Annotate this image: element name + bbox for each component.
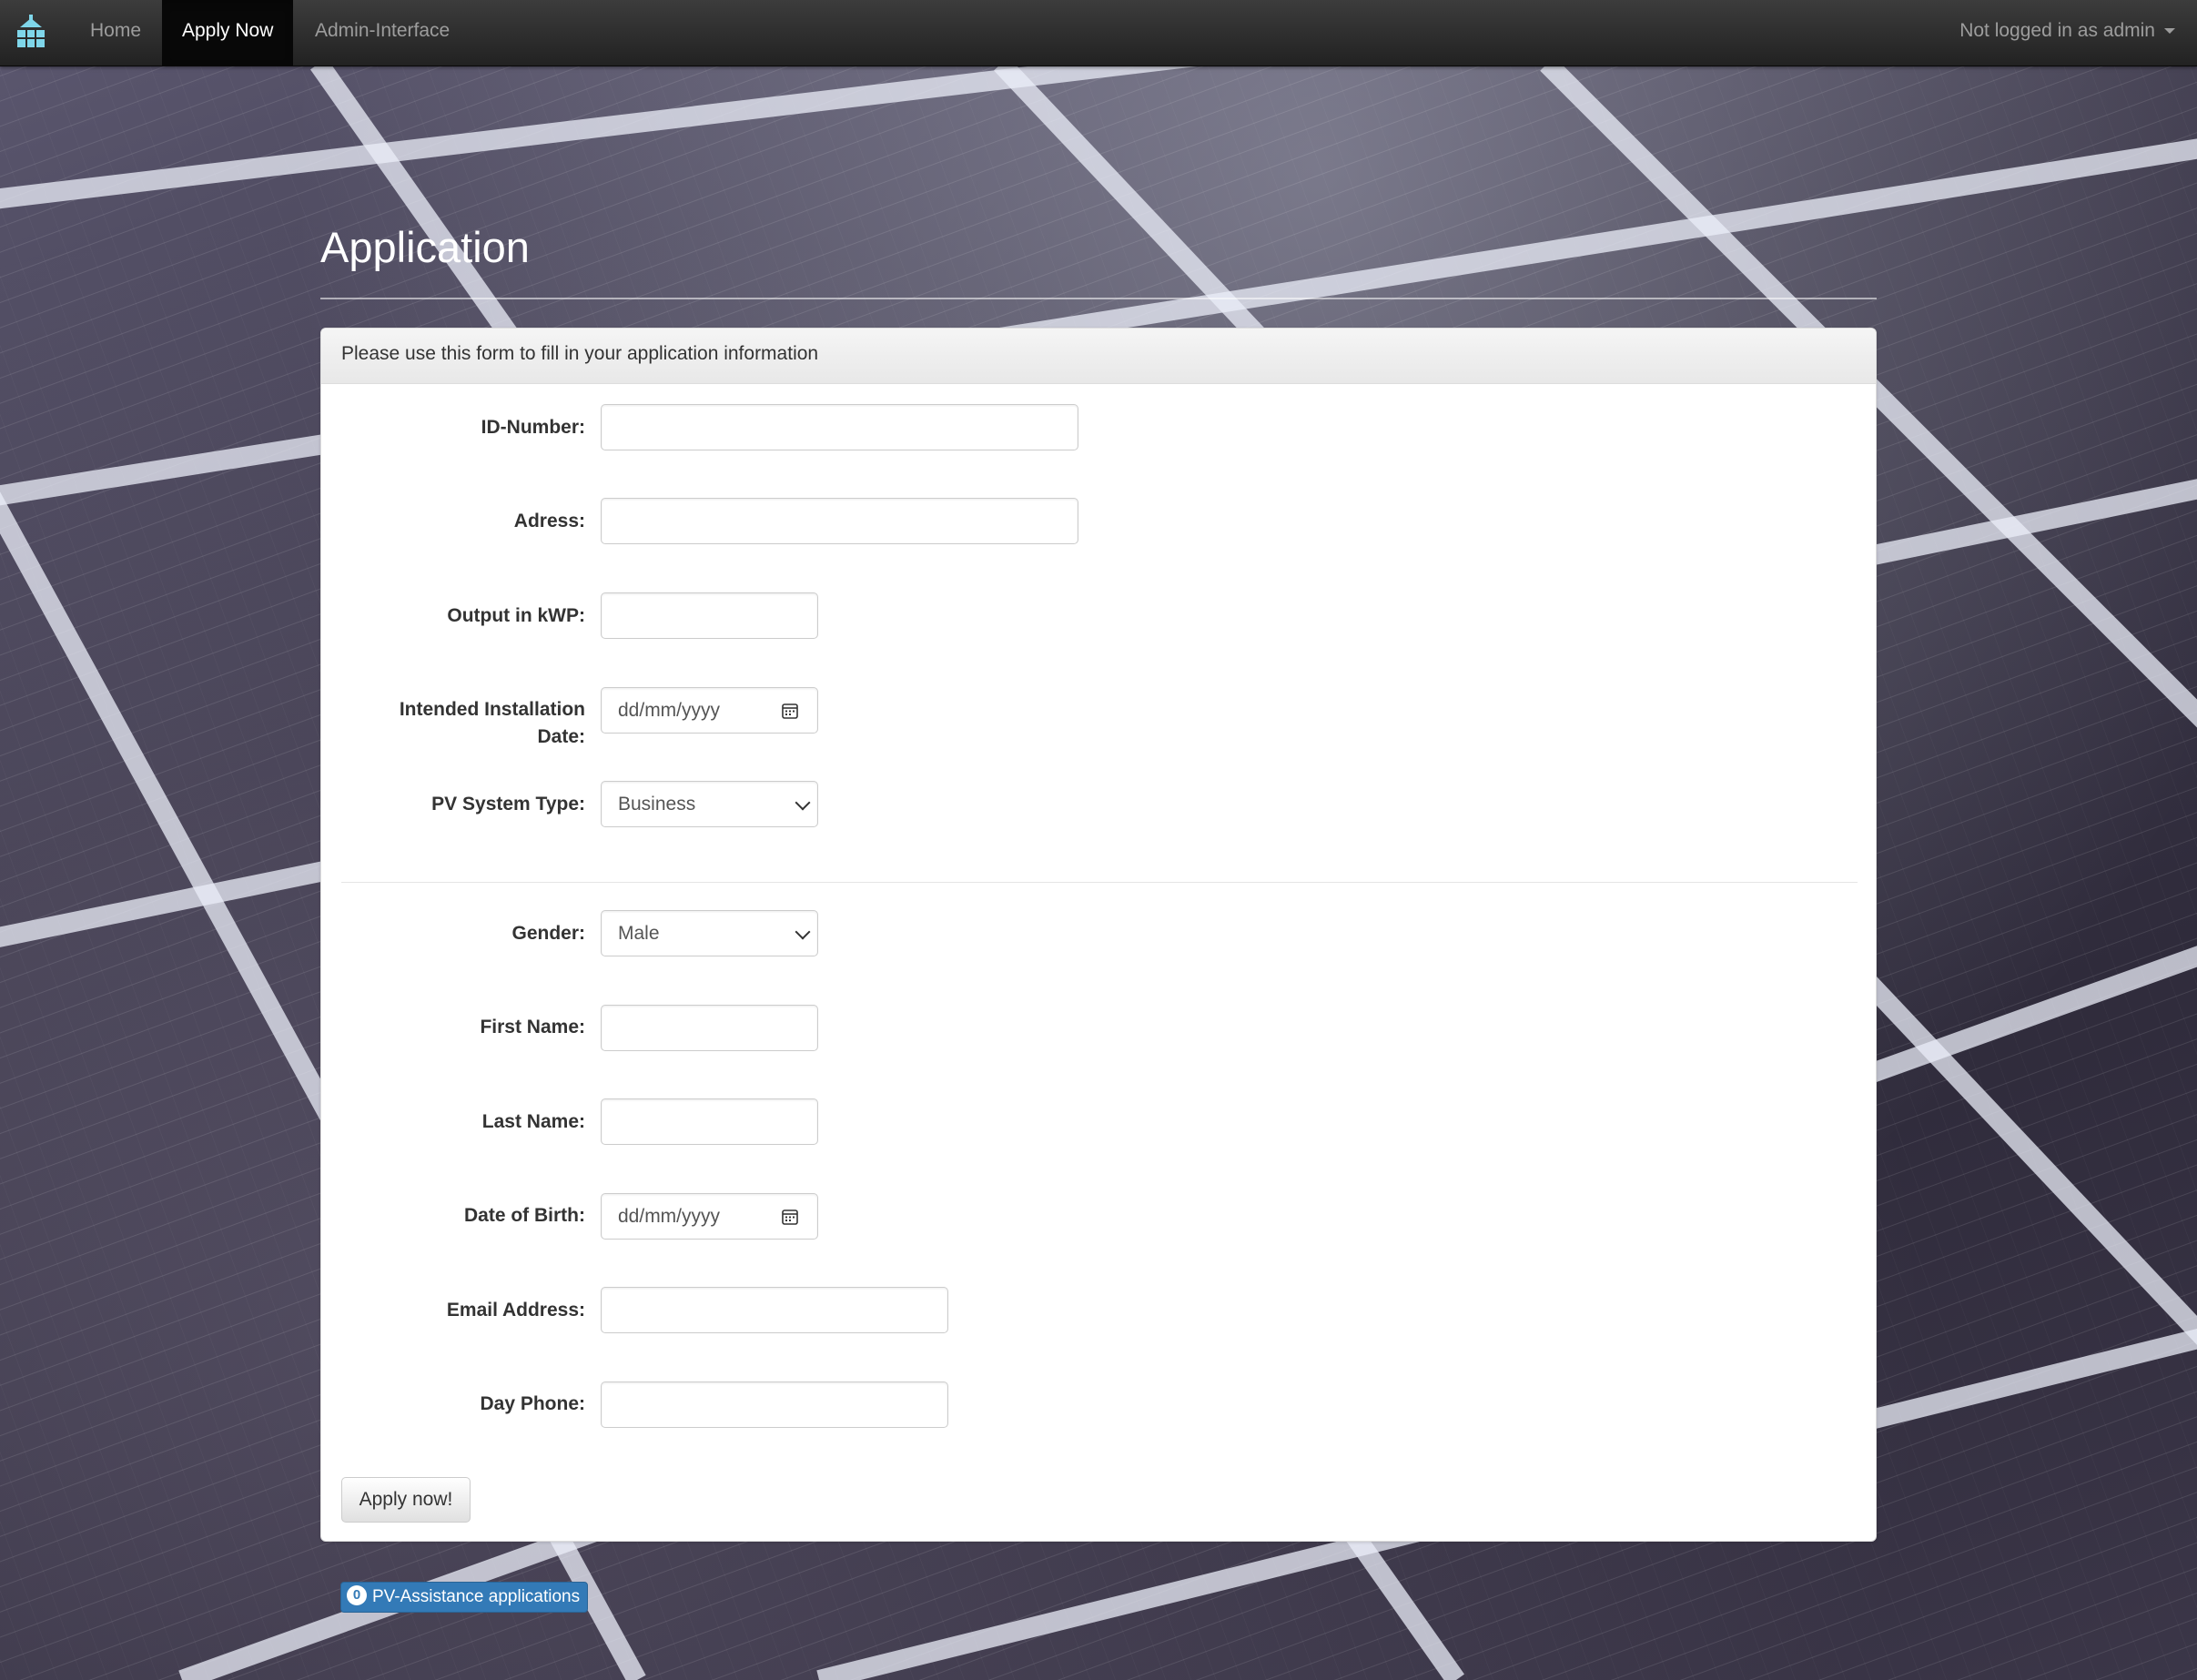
calendar-icon[interactable] [781, 1208, 799, 1226]
gender-select[interactable]: Male [601, 910, 818, 956]
first-name-label: First Name: [480, 1017, 585, 1037]
caret-down-icon [2164, 28, 2175, 35]
panel-heading: Please use this form to fill in your app… [321, 329, 1876, 384]
title-divider [320, 298, 1877, 299]
chevron-down-icon [795, 924, 811, 940]
address-input[interactable] [601, 498, 1078, 544]
dob-placeholder: dd/mm/yyyy [618, 1206, 721, 1227]
pv-system-type-value: Business [618, 794, 696, 815]
dob-input[interactable]: dd/mm/yyyy [601, 1193, 818, 1240]
nav-admin-interface[interactable]: Admin-Interface [295, 0, 470, 66]
nav-home[interactable]: Home [70, 0, 161, 66]
gender-label: Gender: [511, 923, 585, 944]
pv-applications-label: PV-Assistance applications [372, 1587, 581, 1606]
install-date-label-line2: Date: [537, 726, 585, 747]
nav-apply-now[interactable]: Apply Now [162, 0, 294, 66]
install-date-placeholder: dd/mm/yyyy [618, 700, 721, 721]
pv-applications-link[interactable]: 0 PV-Assistance applications [340, 1582, 589, 1613]
last-name-input[interactable] [601, 1098, 818, 1145]
page-title: Application [320, 223, 530, 271]
install-date-label: Intended Installation Date: [321, 696, 585, 751]
address-label: Adress: [513, 511, 585, 531]
output-kwp-label: Output in kWP: [447, 605, 585, 626]
email-input[interactable] [601, 1287, 948, 1333]
day-phone-label: Day Phone: [480, 1393, 585, 1414]
chevron-down-icon [795, 794, 811, 811]
user-menu-dropdown[interactable]: Not logged in as admin [1939, 0, 2195, 66]
top-navbar: Home Apply Now Admin-Interface Not logge… [0, 0, 2197, 66]
day-phone-input[interactable] [601, 1381, 948, 1428]
install-date-label-line1: Intended Installation [399, 699, 585, 720]
pv-system-type-select[interactable]: Business [601, 781, 818, 827]
output-kwp-input[interactable] [601, 592, 818, 639]
last-name-label: Last Name: [481, 1111, 585, 1132]
id-number-input[interactable] [601, 404, 1078, 450]
applications-count-badge: 0 [347, 1584, 367, 1605]
user-menu-label: Not logged in as admin [1959, 20, 2155, 41]
gender-value: Male [618, 923, 660, 944]
calendar-icon[interactable] [781, 702, 799, 720]
application-form-panel: Please use this form to fill in your app… [320, 328, 1877, 1542]
apply-now-button[interactable]: Apply now! [341, 1477, 471, 1523]
pv-system-type-label: PV System Type: [431, 794, 585, 815]
form-section-divider [341, 882, 1858, 883]
first-name-input[interactable] [601, 1005, 818, 1051]
dob-label: Date of Birth: [464, 1205, 585, 1226]
id-number-label: ID-Number: [481, 417, 585, 438]
email-label: Email Address: [446, 1300, 585, 1321]
install-date-input[interactable]: dd/mm/yyyy [601, 687, 818, 734]
solar-panel-logo-icon[interactable] [13, 15, 49, 51]
